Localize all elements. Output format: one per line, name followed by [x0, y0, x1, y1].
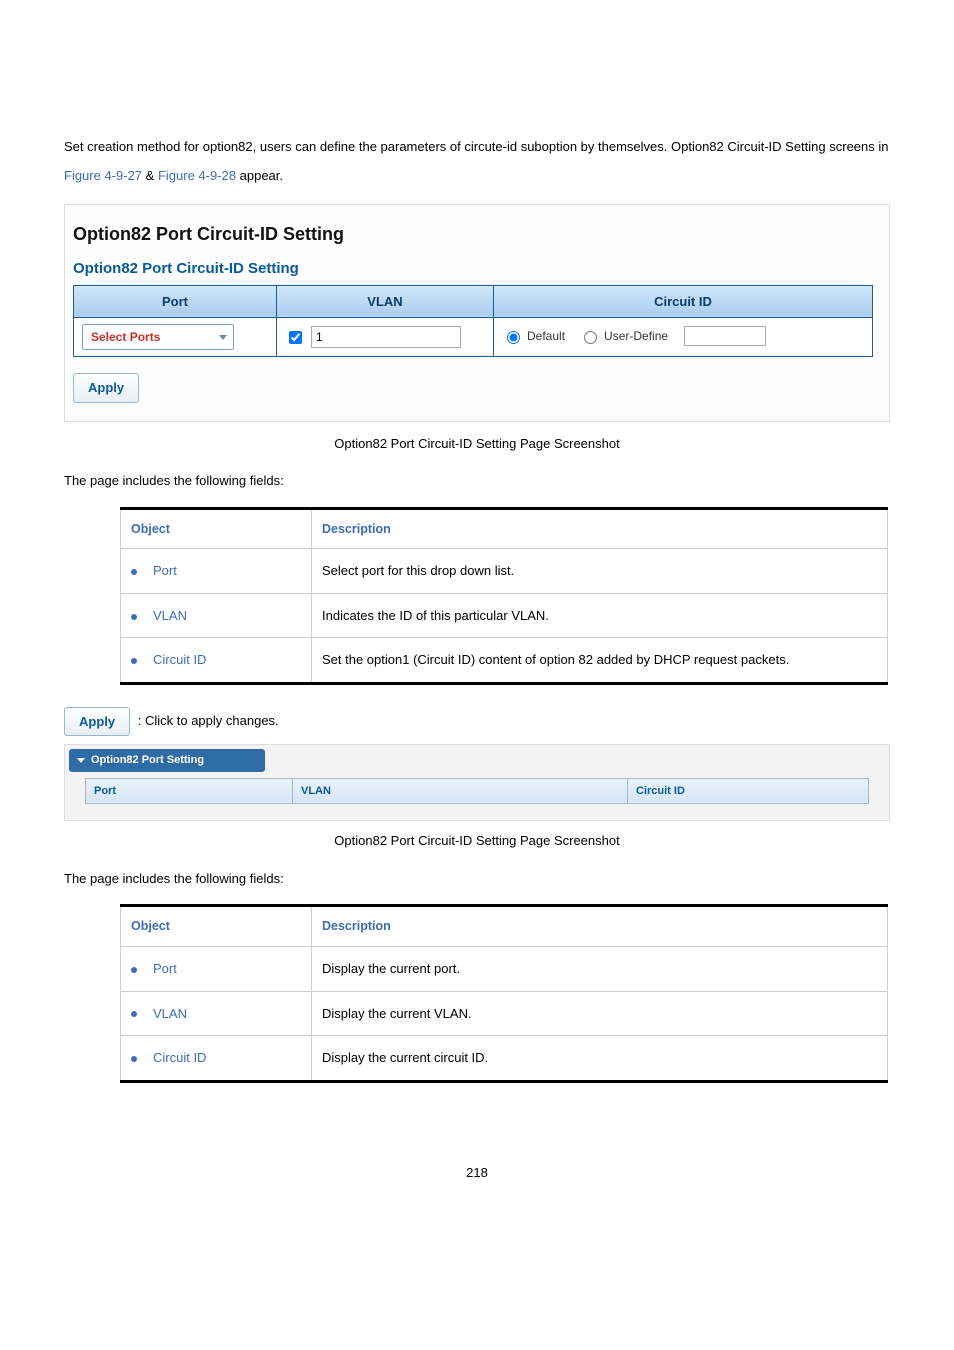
apply-button[interactable]: Apply	[73, 373, 139, 403]
screenshot-option82-setting: Option82 Port Circuit-ID Setting Option8…	[64, 204, 890, 422]
obj-desc-circuitid: Display the current circuit ID.	[312, 1036, 888, 1082]
col-header-vlan: VLAN	[277, 285, 494, 318]
fields-lead-2: The page includes the following fields:	[64, 869, 890, 889]
circuitid-cell: Default User-Define	[494, 318, 873, 357]
port-select-label: Select Ports	[91, 328, 160, 346]
vlan-id-input[interactable]	[311, 326, 461, 348]
obj-header-description: Description	[312, 906, 888, 947]
screenshot-option82-port-list: Option82 Port Setting Port VLAN Circuit …	[64, 744, 890, 821]
bullet-icon	[131, 658, 137, 664]
object-table-1: Object Description Port Select port for …	[120, 507, 888, 685]
obj-header-description: Description	[312, 508, 888, 549]
obj-row-vlan: VLAN	[121, 991, 312, 1036]
col-header-circuitid: Circuit ID	[628, 778, 869, 804]
bullet-icon	[131, 1056, 137, 1062]
apply-instruction-row: Apply : Click to apply changes.	[64, 707, 890, 737]
port-setting-table: Port VLAN Circuit ID	[85, 778, 869, 805]
circuitid-userdefine-label: User-Define	[604, 327, 668, 345]
col-header-circuitid: Circuit ID	[494, 285, 873, 318]
obj-desc-vlan: Display the current VLAN.	[312, 991, 888, 1036]
obj-desc-vlan: Indicates the ID of this particular VLAN…	[312, 593, 888, 638]
config-table: Port VLAN Circuit ID Select Ports	[73, 285, 873, 358]
figure-link-1[interactable]: Figure 4-9-27	[64, 168, 142, 183]
obj-row-circuitid: Circuit ID	[121, 1036, 312, 1082]
page-number: 218	[64, 1163, 890, 1183]
obj-desc-port: Select port for this drop down list.	[312, 549, 888, 594]
obj-header-object: Object	[121, 906, 312, 947]
chevron-down-icon	[219, 335, 227, 340]
circuitid-userdefine-input[interactable]	[684, 326, 766, 346]
panel-header[interactable]: Option82 Port Setting	[69, 749, 265, 772]
fields-lead-1: The page includes the following fields:	[64, 471, 890, 491]
intro-paragraph: Set creation method for option82, users …	[64, 133, 890, 190]
screenshot-subtitle: Option82 Port Circuit-ID Setting	[73, 258, 873, 281]
circuitid-userdefine-radio[interactable]	[584, 331, 597, 344]
bullet-icon	[131, 1011, 137, 1017]
obj-row-port: Port	[121, 947, 312, 992]
object-table-2: Object Description Port Display the curr…	[120, 904, 888, 1082]
apply-button-inline[interactable]: Apply	[64, 707, 130, 737]
intro-amp: &	[146, 168, 158, 183]
obj-row-circuitid: Circuit ID	[121, 638, 312, 684]
vlan-enable-checkbox[interactable]	[289, 331, 302, 344]
figure-link-2[interactable]: Figure 4-9-28	[158, 168, 236, 183]
port-cell: Select Ports	[74, 318, 277, 357]
chevron-down-icon	[77, 758, 85, 763]
bullet-icon	[131, 614, 137, 620]
circuitid-default-radio[interactable]	[507, 331, 520, 344]
bullet-icon	[131, 967, 137, 973]
obj-row-port: Port	[121, 549, 312, 594]
col-header-vlan: VLAN	[293, 778, 628, 804]
vlan-cell	[277, 318, 494, 357]
intro-text-b: appear.	[240, 168, 283, 183]
intro-text-a: Set creation method for option82, users …	[64, 139, 888, 154]
col-header-port: Port	[74, 285, 277, 318]
screenshot-title: Option82 Port Circuit-ID Setting	[73, 221, 873, 248]
figure-caption-2: Option82 Port Circuit-ID Setting Page Sc…	[64, 831, 890, 851]
obj-header-object: Object	[121, 508, 312, 549]
figure-caption-1: Option82 Port Circuit-ID Setting Page Sc…	[64, 434, 890, 454]
col-header-port: Port	[86, 778, 293, 804]
port-select-dropdown[interactable]: Select Ports	[82, 324, 234, 350]
circuitid-default-label: Default	[527, 327, 565, 345]
bullet-icon	[131, 569, 137, 575]
apply-instruction-text: : Click to apply changes.	[138, 713, 279, 728]
obj-desc-circuitid: Set the option1 (Circuit ID) content of …	[312, 638, 888, 684]
obj-row-vlan: VLAN	[121, 593, 312, 638]
obj-desc-port: Display the current port.	[312, 947, 888, 992]
panel-title: Option82 Port Setting	[91, 752, 204, 769]
